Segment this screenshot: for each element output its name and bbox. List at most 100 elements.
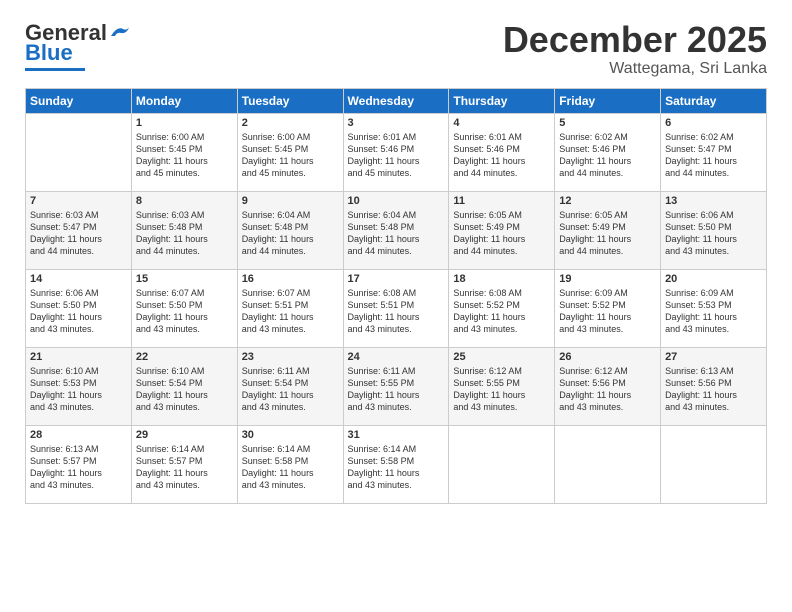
day-info: Sunrise: 6:01 AMSunset: 5:46 PMDaylight:… (348, 131, 445, 180)
calendar-cell: 13 Sunrise: 6:06 AMSunset: 5:50 PMDayligh… (661, 191, 767, 269)
calendar-cell: 28 Sunrise: 6:13 AMSunset: 5:57 PMDayligh… (26, 425, 132, 503)
calendar-week-row: 28 Sunrise: 6:13 AMSunset: 5:57 PMDayligh… (26, 425, 767, 503)
day-number: 10 (348, 195, 445, 207)
day-info: Sunrise: 6:09 AMSunset: 5:52 PMDaylight:… (559, 287, 656, 336)
title-area: December 2025 Wattegama, Sri Lanka (503, 20, 767, 78)
calendar-cell: 21Sunrise: 6:10 AMSunset: 5:53 PMDayligh… (26, 347, 132, 425)
day-number: 1 (136, 117, 233, 129)
calendar-cell: 12Sunrise: 6:05 AMSunset: 5:49 PMDayligh… (555, 191, 661, 269)
day-of-week-header: Thursday (449, 88, 555, 113)
calendar-cell: 9 Sunrise: 6:04 AMSunset: 5:48 PMDaylight… (237, 191, 343, 269)
calendar-cell: 19 Sunrise: 6:09 AMSunset: 5:52 PMDayligh… (555, 269, 661, 347)
calendar-cell: 3 Sunrise: 6:01 AMSunset: 5:46 PMDaylight… (343, 113, 449, 191)
day-info: Sunrise: 6:03 AMSunset: 5:48 PMDaylight:… (136, 209, 233, 258)
day-info: Sunrise: 6:13 AMSunset: 5:57 PMDaylight:… (30, 443, 127, 492)
calendar-cell: 20 Sunrise: 6:09 AMSunset: 5:53 PMDayligh… (661, 269, 767, 347)
day-of-week-header: Saturday (661, 88, 767, 113)
day-number: 18 (453, 273, 550, 285)
calendar-cell (449, 425, 555, 503)
day-number: 26 (559, 351, 656, 363)
month-title: December 2025 (503, 20, 767, 60)
header: General Blue December 2025 Wattegama, Sr… (25, 20, 767, 78)
day-number: 21 (30, 351, 127, 363)
calendar-cell: 23 Sunrise: 6:11 AMSunset: 5:54 PMDayligh… (237, 347, 343, 425)
day-info: Sunrise: 6:05 AMSunset: 5:49 PMDaylight:… (559, 209, 656, 258)
day-number: 11 (453, 195, 550, 207)
day-info: Sunrise: 6:02 AMSunset: 5:47 PMDaylight:… (665, 131, 762, 180)
day-info: Sunrise: 6:14 AMSunset: 5:58 PMDaylight:… (242, 443, 339, 492)
day-info: Sunrise: 6:03 AMSunset: 5:47 PMDaylight:… (30, 209, 127, 258)
calendar-cell (555, 425, 661, 503)
day-info: Sunrise: 6:01 AMSunset: 5:46 PMDaylight:… (453, 131, 550, 180)
day-info: Sunrise: 6:00 AMSunset: 5:45 PMDaylight:… (242, 131, 339, 180)
day-of-week-header: Tuesday (237, 88, 343, 113)
day-number: 19 (559, 273, 656, 285)
calendar-cell: 5Sunrise: 6:02 AMSunset: 5:46 PMDaylight… (555, 113, 661, 191)
day-number: 24 (348, 351, 445, 363)
day-of-week-header: Wednesday (343, 88, 449, 113)
day-info: Sunrise: 6:06 AMSunset: 5:50 PMDaylight:… (665, 209, 762, 258)
day-info: Sunrise: 6:05 AMSunset: 5:49 PMDaylight:… (453, 209, 550, 258)
day-info: Sunrise: 6:07 AMSunset: 5:51 PMDaylight:… (242, 287, 339, 336)
day-info: Sunrise: 6:08 AMSunset: 5:51 PMDaylight:… (348, 287, 445, 336)
calendar-cell: 24Sunrise: 6:11 AMSunset: 5:55 PMDayligh… (343, 347, 449, 425)
day-of-week-header: Friday (555, 88, 661, 113)
day-info: Sunrise: 6:10 AMSunset: 5:54 PMDaylight:… (136, 365, 233, 414)
day-number: 28 (30, 429, 127, 441)
calendar-cell: 18Sunrise: 6:08 AMSunset: 5:52 PMDayligh… (449, 269, 555, 347)
calendar-cell: 11 Sunrise: 6:05 AMSunset: 5:49 PMDayligh… (449, 191, 555, 269)
day-number: 31 (348, 429, 445, 441)
day-number: 27 (665, 351, 762, 363)
day-number: 4 (453, 117, 550, 129)
day-number: 6 (665, 117, 762, 129)
calendar-cell: 29 Sunrise: 6:14 AMSunset: 5:57 PMDayligh… (131, 425, 237, 503)
calendar-cell: 22 Sunrise: 6:10 AMSunset: 5:54 PMDayligh… (131, 347, 237, 425)
calendar-week-row: 21Sunrise: 6:10 AMSunset: 5:53 PMDayligh… (26, 347, 767, 425)
day-number: 20 (665, 273, 762, 285)
day-info: Sunrise: 6:11 AMSunset: 5:54 PMDaylight:… (242, 365, 339, 414)
calendar-cell: 14 Sunrise: 6:06 AMSunset: 5:50 PMDayligh… (26, 269, 132, 347)
calendar-cell: 10 Sunrise: 6:04 AMSunset: 5:48 PMDayligh… (343, 191, 449, 269)
calendar-cell: 27 Sunrise: 6:13 AMSunset: 5:56 PMDayligh… (661, 347, 767, 425)
day-number: 30 (242, 429, 339, 441)
logo-underline (25, 68, 85, 71)
day-info: Sunrise: 6:04 AMSunset: 5:48 PMDaylight:… (348, 209, 445, 258)
day-number: 2 (242, 117, 339, 129)
calendar-cell: 1 Sunrise: 6:00 AMSunset: 5:45 PMDaylight… (131, 113, 237, 191)
day-number: 25 (453, 351, 550, 363)
day-number: 22 (136, 351, 233, 363)
calendar-header-row: SundayMondayTuesdayWednesdayThursdayFrid… (26, 88, 767, 113)
calendar-cell: 16 Sunrise: 6:07 AMSunset: 5:51 PMDayligh… (237, 269, 343, 347)
day-number: 3 (348, 117, 445, 129)
day-number: 29 (136, 429, 233, 441)
calendar-cell: 6 Sunrise: 6:02 AMSunset: 5:47 PMDaylight… (661, 113, 767, 191)
day-number: 16 (242, 273, 339, 285)
day-number: 23 (242, 351, 339, 363)
day-info: Sunrise: 6:12 AMSunset: 5:55 PMDaylight:… (453, 365, 550, 414)
day-number: 9 (242, 195, 339, 207)
page: General Blue December 2025 Wattegama, Sr… (0, 0, 792, 612)
day-info: Sunrise: 6:04 AMSunset: 5:48 PMDaylight:… (242, 209, 339, 258)
calendar-cell (661, 425, 767, 503)
calendar-week-row: 14 Sunrise: 6:06 AMSunset: 5:50 PMDayligh… (26, 269, 767, 347)
calendar-cell: 31 Sunrise: 6:14 AMSunset: 5:58 PMDayligh… (343, 425, 449, 503)
day-number: 14 (30, 273, 127, 285)
day-info: Sunrise: 6:13 AMSunset: 5:56 PMDaylight:… (665, 365, 762, 414)
calendar-cell: 4 Sunrise: 6:01 AMSunset: 5:46 PMDaylight… (449, 113, 555, 191)
day-info: Sunrise: 6:00 AMSunset: 5:45 PMDaylight:… (136, 131, 233, 180)
calendar-cell: 2 Sunrise: 6:00 AMSunset: 5:45 PMDaylight… (237, 113, 343, 191)
calendar-cell: 26Sunrise: 6:12 AMSunset: 5:56 PMDayligh… (555, 347, 661, 425)
day-of-week-header: Sunday (26, 88, 132, 113)
location: Wattegama, Sri Lanka (503, 60, 767, 78)
calendar-table: SundayMondayTuesdayWednesdayThursdayFrid… (25, 88, 767, 504)
logo: General Blue (25, 20, 131, 71)
day-info: Sunrise: 6:06 AMSunset: 5:50 PMDaylight:… (30, 287, 127, 336)
calendar-cell: 17Sunrise: 6:08 AMSunset: 5:51 PMDayligh… (343, 269, 449, 347)
day-info: Sunrise: 6:09 AMSunset: 5:53 PMDaylight:… (665, 287, 762, 336)
day-number: 7 (30, 195, 127, 207)
day-info: Sunrise: 6:14 AMSunset: 5:57 PMDaylight:… (136, 443, 233, 492)
day-info: Sunrise: 6:14 AMSunset: 5:58 PMDaylight:… (348, 443, 445, 492)
day-number: 13 (665, 195, 762, 207)
calendar-cell: 8Sunrise: 6:03 AMSunset: 5:48 PMDaylight… (131, 191, 237, 269)
day-number: 15 (136, 273, 233, 285)
